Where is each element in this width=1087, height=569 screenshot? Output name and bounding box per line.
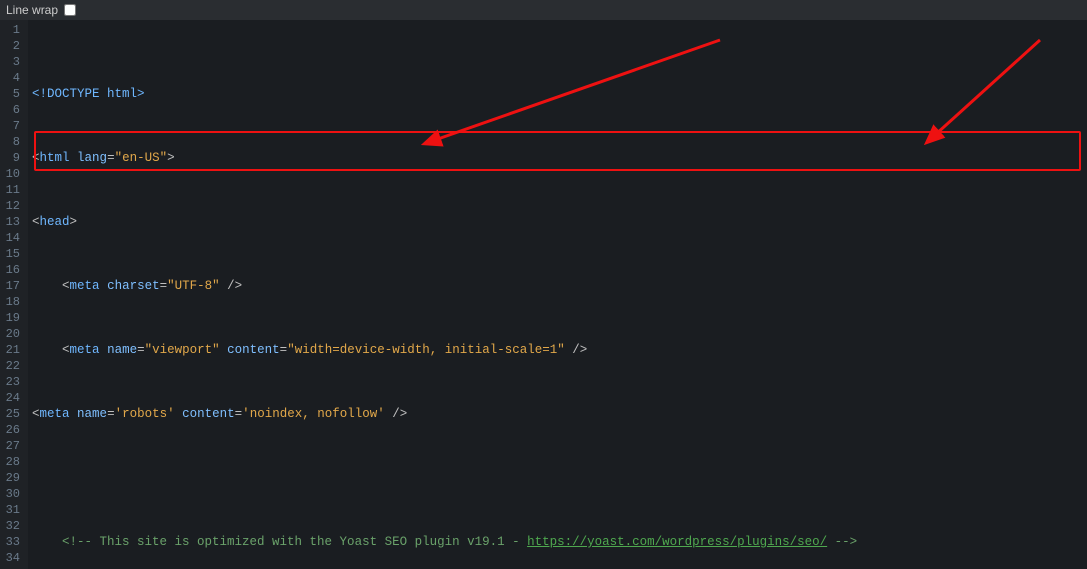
tag-head: head (40, 215, 70, 229)
line-number: 25 (4, 406, 20, 422)
line-number: 15 (4, 246, 20, 262)
line-number: 22 (4, 358, 20, 374)
line-number: 26 (4, 422, 20, 438)
line-number: 21 (4, 342, 20, 358)
line-number: 32 (4, 518, 20, 534)
line-number: 13 (4, 214, 20, 230)
line-number: 7 (4, 118, 20, 134)
line-number: 19 (4, 310, 20, 326)
line-number: 9 (4, 150, 20, 166)
line-number: 3 (4, 54, 20, 70)
line-number: 20 (4, 326, 20, 342)
line-wrap-label: Line wrap (6, 2, 58, 18)
line-number: 6 (4, 102, 20, 118)
line-number: 2 (4, 38, 20, 54)
doctype: <!DOCTYPE html> (32, 87, 145, 101)
line-number: 11 (4, 182, 20, 198)
line-number: 31 (4, 502, 20, 518)
line-number: 24 (4, 390, 20, 406)
line-number: 27 (4, 438, 20, 454)
line-number: 8 (4, 134, 20, 150)
line-number: 33 (4, 534, 20, 550)
line-number: 10 (4, 166, 20, 182)
line-number: 18 (4, 294, 20, 310)
line-number: 34 (4, 550, 20, 566)
code-area[interactable]: <!DOCTYPE html> <html lang="en-US"> <hea… (28, 20, 1087, 569)
line-number: 23 (4, 374, 20, 390)
tag-html: html (40, 151, 70, 165)
toolbar: Line wrap (0, 0, 1087, 20)
line-number: 12 (4, 198, 20, 214)
line-number: 30 (4, 486, 20, 502)
code-editor: 1234567891011121314151617181920212223242… (0, 20, 1087, 569)
line-number: 29 (4, 470, 20, 486)
line-number: 4 (4, 70, 20, 86)
line-number: 17 (4, 278, 20, 294)
line-number: 1 (4, 22, 20, 38)
line-number: 14 (4, 230, 20, 246)
line-wrap-checkbox[interactable] (64, 4, 76, 16)
line-number: 28 (4, 454, 20, 470)
line-number: 16 (4, 262, 20, 278)
yoast-comment: <!-- This site is optimized with the Yoa… (62, 535, 527, 549)
line-number: 5 (4, 86, 20, 102)
line-number-gutter: 1234567891011121314151617181920212223242… (0, 20, 28, 569)
